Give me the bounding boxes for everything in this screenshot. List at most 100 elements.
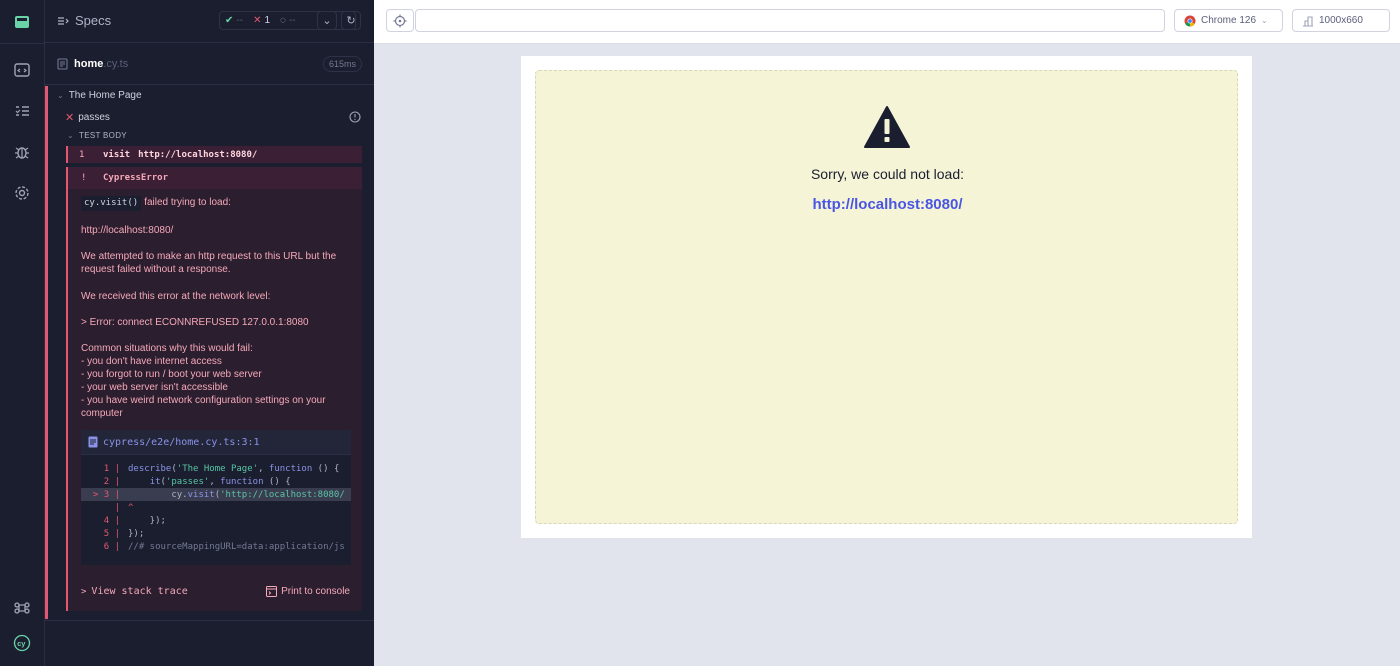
error-p1: We attempted to make an http request to … [81, 251, 337, 275]
error-p3: > Error: connect ECONNREFUSED 127.0.0.1:… [81, 317, 309, 328]
pending-count: -- [288, 15, 296, 26]
aut-frame: Sorry, we could not load: http://localho… [521, 56, 1252, 538]
url-input[interactable] [415, 9, 1165, 32]
pending-icon: ◌ [280, 15, 286, 26]
code-line: | ^ [114, 502, 134, 513]
aut-toolbar: Chrome 126 ⌄ 1000x660 [374, 0, 1400, 44]
error-header: ! CypressError [68, 167, 362, 189]
viewport-select[interactable]: 1000x660 [1292, 9, 1390, 32]
chevron-down-icon: ⌄ [1261, 16, 1268, 25]
svg-text:cy: cy [17, 639, 26, 648]
code-lines: 1 | describe('The Home Page', function ()… [81, 462, 351, 553]
spec-file[interactable]: home.cy.ts [57, 58, 128, 70]
error-p4: Common situations why this would fail: -… [81, 342, 353, 420]
command-visit[interactable]: 1 visit http://localhost:8080/ [66, 146, 362, 163]
runs-icon[interactable] [12, 101, 32, 121]
viewport-label: 1000x660 [1319, 15, 1363, 26]
test-body-text: TEST BODY [79, 131, 127, 140]
failed-stat: ✕ 1 [248, 15, 275, 26]
error-p4-title: Common situations why this would fail: [81, 343, 253, 354]
reporter-panel: Specs ✔ -- ✕ 1 ◌ -- ⌄ ↻ home.cy.ts 615ms ⌄ … [45, 0, 374, 666]
code-line-highlight: > 3 | cy.visit('http://localhost:8080/ [81, 488, 351, 501]
error-p4-item: - your web server isn't accessible [81, 382, 228, 393]
error-line1: cy.visit() failed trying to load: [81, 196, 353, 211]
error-p2: We received this error at the network le… [81, 291, 271, 302]
error-url: http://localhost:8080/ [81, 225, 174, 236]
load-error-url[interactable]: http://localhost:8080/ [536, 196, 1239, 213]
duration-badge: 615ms [322, 56, 362, 72]
error-p4-item: - you have weird network configuration s… [81, 395, 326, 419]
check-icon: ✔ [225, 15, 234, 26]
print-label: Print to console [281, 586, 350, 597]
crosshair-icon [393, 14, 407, 27]
test-label: passes [78, 112, 110, 123]
error-footer: > View stack trace Print to console [68, 574, 362, 611]
error-icon: ! [81, 173, 87, 183]
code-frame: cypress/e2e/home.cy.ts:3:1 1 | describe('… [81, 430, 351, 565]
warning-icon [864, 106, 910, 148]
specs-list-icon [58, 16, 69, 25]
x-icon: ✕ [253, 15, 262, 26]
chevron-down-button[interactable]: ⌄ [317, 11, 337, 30]
error-line1-text: failed trying to load: [144, 197, 231, 208]
console-icon [266, 586, 278, 597]
test-body-label[interactable]: ⌄ TEST BODY [67, 131, 127, 140]
clock-icon[interactable] [349, 110, 361, 128]
divider [45, 620, 374, 621]
specs-label: Specs [75, 13, 112, 28]
spec-file-header: home.cy.ts 615ms [45, 44, 374, 85]
chrome-icon [1184, 15, 1196, 27]
chevron-down-icon: ⌄ [322, 15, 332, 27]
settings-icon[interactable] [12, 183, 32, 203]
app-icon [15, 15, 29, 28]
file-icon [57, 58, 68, 70]
specs-toggle[interactable]: Specs [57, 13, 111, 28]
selector-playground-button[interactable] [386, 9, 414, 32]
viewport-icon [1303, 15, 1313, 27]
load-error-panel: Sorry, we could not load: http://localho… [535, 70, 1238, 524]
failed-indicator [45, 86, 48, 619]
passed-stat: ✔ -- [220, 15, 248, 26]
debug-icon[interactable] [12, 142, 32, 162]
file-icon [88, 436, 98, 448]
code-line: 1 | describe('The Home Page', function ()… [103, 463, 340, 474]
chevron-right-icon: > [81, 586, 87, 597]
chevron-down-icon: ⌄ [67, 131, 75, 140]
code-frame-path: cypress/e2e/home.cy.ts:3:1 [103, 436, 260, 448]
command-arg: http://localhost:8080/ [138, 149, 258, 160]
cypress-logo[interactable]: cy [10, 631, 34, 655]
print-to-console-button[interactable]: Print to console [266, 586, 350, 597]
command-name: visit [103, 149, 131, 160]
chevron-down-icon: ⌄ [57, 91, 64, 100]
spec-file-name: home [74, 58, 104, 70]
error-panel: ! CypressError cy.visit() failed trying t… [66, 167, 362, 611]
fail-icon: ✕ [65, 112, 75, 124]
app-logo[interactable] [0, 0, 44, 44]
test-title[interactable]: ✕ passes [65, 111, 110, 124]
view-stack-trace-button[interactable]: > View stack trace [81, 586, 188, 597]
code-pill: cy.visit() [81, 196, 142, 211]
failed-count: 1 [264, 15, 271, 26]
code-line: 5 |}); [103, 528, 145, 539]
browser-select[interactable]: Chrome 126 ⌄ [1174, 9, 1283, 32]
code-frame-file[interactable]: cypress/e2e/home.cy.ts:3:1 [81, 430, 351, 455]
load-error-message: Sorry, we could not load: [810, 166, 965, 182]
suite-label: The Home Page [68, 90, 142, 101]
command-number: 1 [79, 149, 85, 160]
specs-icon[interactable] [12, 60, 32, 80]
rerun-button[interactable]: ↻ [341, 11, 361, 30]
refresh-icon: ↻ [346, 15, 356, 27]
error-title: CypressError [103, 173, 169, 183]
browser-label: Chrome 126 [1201, 15, 1257, 26]
stack-trace-label: View stack trace [91, 586, 188, 597]
code-line: 2 | it('passes', function () { [103, 476, 291, 487]
pending-stat: ◌ -- [275, 15, 301, 26]
code-line: 6 |//# sourceMappingURL=data:application… [103, 541, 345, 552]
error-p4-item: - you forgot to run / boot your web serv… [81, 369, 262, 380]
suite-title[interactable]: ⌄ The Home Page [57, 90, 142, 101]
spec-file-ext: .cy.ts [103, 58, 129, 70]
reporter-header: Specs ✔ -- ✕ 1 ◌ -- ⌄ ↻ [45, 0, 374, 43]
side-nav: cy [0, 0, 45, 666]
passed-count: -- [236, 15, 244, 26]
command-icon[interactable] [12, 598, 32, 618]
